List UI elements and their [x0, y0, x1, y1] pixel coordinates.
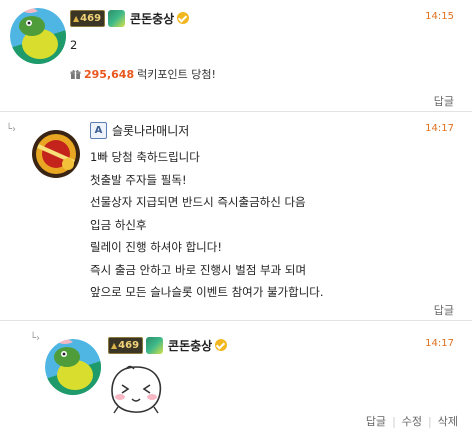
- author-nickname[interactable]: 콘돈충상: [168, 337, 212, 354]
- avatar[interactable]: [45, 339, 101, 395]
- points-value: 295,648: [84, 67, 135, 81]
- gift-icon: [70, 69, 81, 79]
- comment-time: 14:17: [425, 123, 454, 134]
- verified-badge-icon: [177, 12, 190, 24]
- admin-icon: A: [90, 121, 107, 139]
- level-value: 469: [118, 339, 140, 351]
- level-badge: ▲ 469: [108, 336, 144, 354]
- author-row: ▲ 469 콘돈충상: [108, 336, 228, 354]
- mini-avatar-icon: [108, 9, 126, 27]
- mini-avatar-icon: [146, 336, 164, 354]
- comment-3: └› ▲ 469 콘돈충상 14:17 답글 | 수정 | 삭제: [0, 321, 472, 438]
- reply-arrow-icon: └›: [6, 124, 17, 135]
- comment-line: 선물상자 지급되면 반드시 즉시출금하신 다음: [90, 195, 306, 209]
- reply-button[interactable]: 답글: [366, 415, 386, 428]
- comment-line: 릴레이 진행 하셔야 합니다!: [90, 240, 222, 254]
- manager-avatar-icon: [28, 126, 84, 182]
- frog-avatar-icon: [10, 8, 66, 64]
- blushing-face-sticker-icon: [111, 365, 162, 414]
- divider: |: [392, 415, 396, 428]
- divider: |: [428, 415, 432, 428]
- author-nickname[interactable]: 슬롯나라매니저: [112, 122, 189, 139]
- level-value: 469: [80, 12, 102, 24]
- reply-arrow-icon: └›: [30, 333, 41, 344]
- avatar[interactable]: [28, 126, 84, 182]
- level-badge: ▲ 469: [70, 9, 106, 27]
- comment-line: 첫출발 주자들 필독!: [90, 172, 187, 187]
- reply-button[interactable]: 답글: [434, 93, 454, 109]
- author-nickname[interactable]: 콘돈충상: [130, 10, 174, 27]
- lucky-points: 295,648 럭키포인트 당첨!: [70, 66, 216, 82]
- delete-button[interactable]: 삭제: [438, 415, 458, 428]
- comment-text: 2: [70, 38, 78, 52]
- avatar[interactable]: [10, 8, 66, 64]
- comment-line: 즉시 출금 안하고 바로 진행시 벌점 부과 되며: [90, 262, 307, 277]
- verified-badge-icon: [215, 339, 228, 351]
- points-label: 럭키포인트 당첨!: [137, 68, 216, 81]
- comment-line: 앞으로 모든 슬나슬롯 이벤트 참여가 불가합니다.: [90, 285, 324, 299]
- author-row: A 슬롯나라매니저: [90, 121, 189, 139]
- edit-button[interactable]: 수정: [402, 415, 422, 428]
- emoticon-sticker: [106, 363, 166, 419]
- frog-avatar-icon: [45, 339, 101, 395]
- comment-actions: 답글 | 수정 | 삭제: [366, 413, 458, 429]
- comment-1: ▲ 469 콘돈충상 14:15 2 295,648 럭키포인트 당첨! 답글: [0, 0, 472, 112]
- author-row: ▲ 469 콘돈충상: [70, 9, 190, 27]
- comment-line: 1빠 당첨 축하드립니다: [90, 150, 200, 164]
- reply-button[interactable]: 답글: [434, 302, 454, 318]
- comment-text: 1빠 당첨 축하드립니다 첫출발 주자들 필독! 선물상자 지급되면 반드시 즉…: [90, 146, 324, 304]
- comment-time: 14:15: [425, 11, 454, 22]
- comment-time: 14:17: [425, 338, 454, 349]
- comment-line: 입금 하신후: [90, 217, 147, 232]
- comment-2: └› A 슬롯나라매니저 14:17 1빠 당첨 축하드립니다 첫출발 주자들 …: [0, 112, 472, 321]
